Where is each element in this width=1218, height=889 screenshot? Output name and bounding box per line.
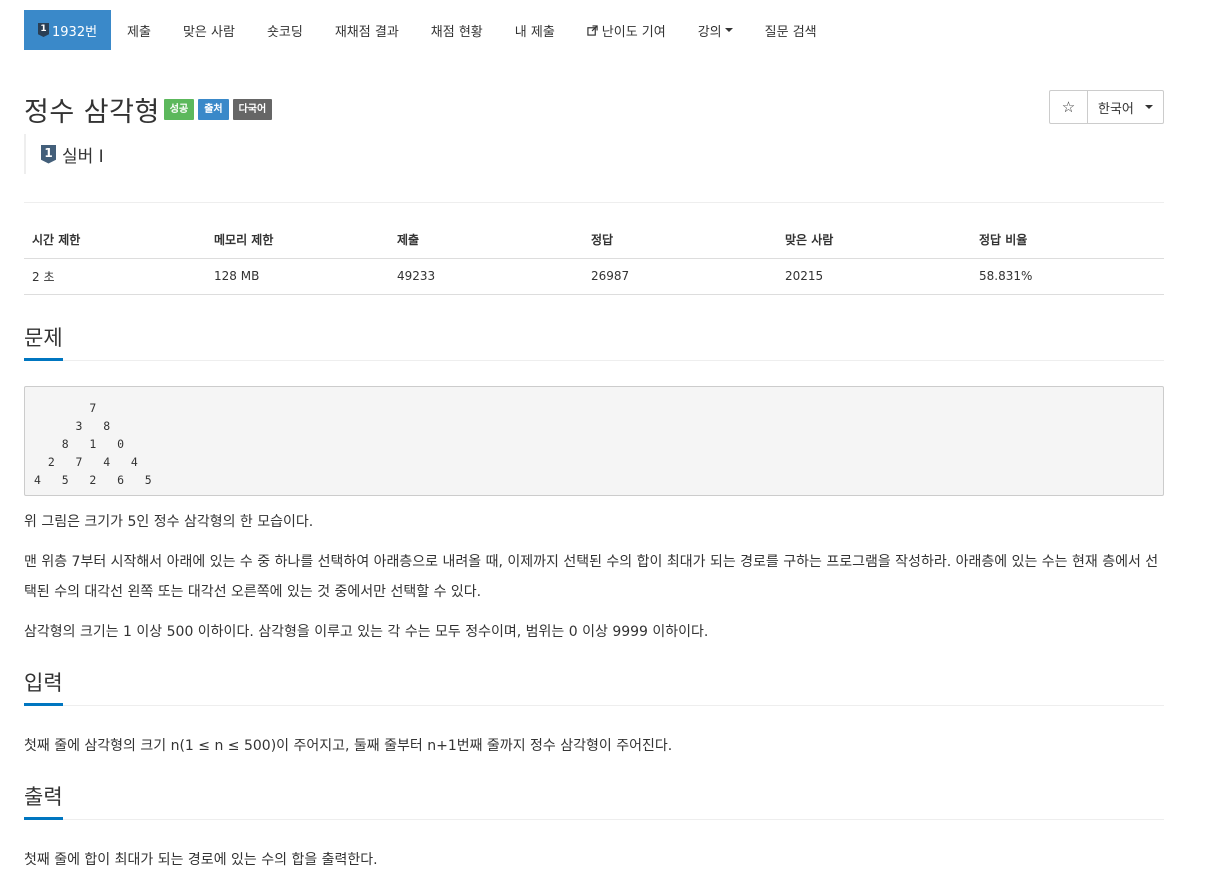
tab-judge-status[interactable]: 채점 현황 <box>415 10 499 50</box>
triangle-text: 7 3 8 8 1 0 2 7 4 4 4 5 2 6 5 <box>34 401 152 487</box>
tier-icon: 1 <box>41 144 56 164</box>
problem-tabs: 1 1932번 제출 맞은 사람 숏코딩 재채점 결과 채점 현황 내 제출 난… <box>24 10 833 50</box>
output-paragraph: 첫째 줄에 합이 최대가 되는 경로에 있는 수의 합을 출력한다. <box>24 852 378 868</box>
problem-info-table: 시간 제한 메모리 제한 제출 정답 맞은 사람 정답 비율 2 초 128 M… <box>24 222 1164 295</box>
tab-difficulty-contribution[interactable]: 난이도 기여 <box>571 10 682 50</box>
tier-icon: 1 <box>38 23 49 37</box>
table-row: 2 초 128 MB 49233 26987 20215 58.831% <box>24 258 1164 295</box>
tab-label: 1932번 <box>52 24 98 40</box>
output-section-heading: 출력 <box>24 782 1164 820</box>
section-title: 출력 <box>24 782 63 820</box>
caret-down-icon <box>724 28 733 32</box>
tab-label: 숏코딩 <box>266 24 303 40</box>
header-submissions: 제출 <box>389 222 583 259</box>
tab-problem-number[interactable]: 1 1932번 <box>24 10 112 50</box>
external-link-icon <box>587 24 598 36</box>
tab-label: 질문 검색 <box>764 24 817 40</box>
solved-users-value: 20215 <box>777 258 971 295</box>
source-label[interactable]: 출처 <box>198 99 229 120</box>
submissions-value: 49233 <box>389 258 583 295</box>
tab-label: 내 제출 <box>514 24 555 40</box>
tier-name: 실버 I <box>62 146 104 167</box>
tab-my-submissions[interactable]: 내 제출 <box>499 10 571 50</box>
triangle-figure: 7 3 8 8 1 0 2 7 4 4 4 5 2 6 5 <box>24 386 1164 496</box>
divider <box>24 202 1164 203</box>
problem-header: 정수 삼각형 성공 출처 다국어 <box>24 90 273 129</box>
input-section-heading: 입력 <box>24 668 1164 706</box>
tab-question-search[interactable]: 질문 검색 <box>749 10 833 50</box>
table-header-row: 시간 제한 메모리 제한 제출 정답 맞은 사람 정답 비율 <box>24 222 1164 259</box>
time-limit-value: 2 초 <box>24 258 206 295</box>
tab-label: 채점 현황 <box>430 24 483 40</box>
star-icon: ☆ <box>1061 98 1076 116</box>
success-label: 성공 <box>163 99 195 120</box>
language-label: 한국어 <box>1098 101 1134 117</box>
problem-paragraph: 위 그림은 크기가 5인 정수 삼각형의 한 모습이다. <box>24 514 314 530</box>
tab-label: 난이도 기여 <box>601 24 666 40</box>
header-memory-limit: 메모리 제한 <box>206 222 389 259</box>
tab-label: 강의 <box>697 24 722 40</box>
memory-limit-value: 128 MB <box>206 258 389 295</box>
accepted-value: 26987 <box>583 258 777 295</box>
tab-submit[interactable]: 제출 <box>111 10 167 50</box>
tab-solved-users[interactable]: 맞은 사람 <box>167 10 251 50</box>
tab-label: 제출 <box>127 24 151 40</box>
header-accept-ratio: 정답 비율 <box>971 222 1164 259</box>
problem-paragraph: 맨 위층 7부터 시작해서 아래에 있는 수 중 하나를 선택하여 아래층으로 … <box>24 554 1159 600</box>
multilingual-label: 다국어 <box>232 99 273 120</box>
tab-rejudge-results[interactable]: 재채점 결과 <box>319 10 415 50</box>
header-accepted: 정답 <box>583 222 777 259</box>
problem-title: 정수 삼각형 <box>24 97 160 128</box>
language-select[interactable]: 한국어 <box>1088 90 1164 124</box>
problem-paragraph: 삼각형의 크기는 1 이상 500 이하이다. 삼각형을 이루고 있는 각 수는… <box>24 624 709 640</box>
problem-section-heading: 문제 <box>24 323 1164 361</box>
input-paragraph: 첫째 줄에 삼각형의 크기 n(1 ≤ n ≤ 500)이 주어지고, 둘째 줄… <box>24 738 673 754</box>
tab-short-coding[interactable]: 숏코딩 <box>251 10 319 50</box>
tab-label: 재채점 결과 <box>334 24 399 40</box>
section-title: 문제 <box>24 323 63 361</box>
problem-controls: ☆ 한국어 <box>1049 90 1164 124</box>
tab-label: 맞은 사람 <box>182 24 235 40</box>
problem-tier: 1 실버 I <box>24 134 104 174</box>
accept-ratio-value: 58.831% <box>971 258 1164 295</box>
tab-lectures[interactable]: 강의 <box>682 10 749 50</box>
header-time-limit: 시간 제한 <box>24 222 206 259</box>
section-title: 입력 <box>24 668 63 706</box>
favorite-button[interactable]: ☆ <box>1049 90 1088 124</box>
header-solved-users: 맞은 사람 <box>777 222 971 259</box>
caret-down-icon <box>1145 105 1153 109</box>
